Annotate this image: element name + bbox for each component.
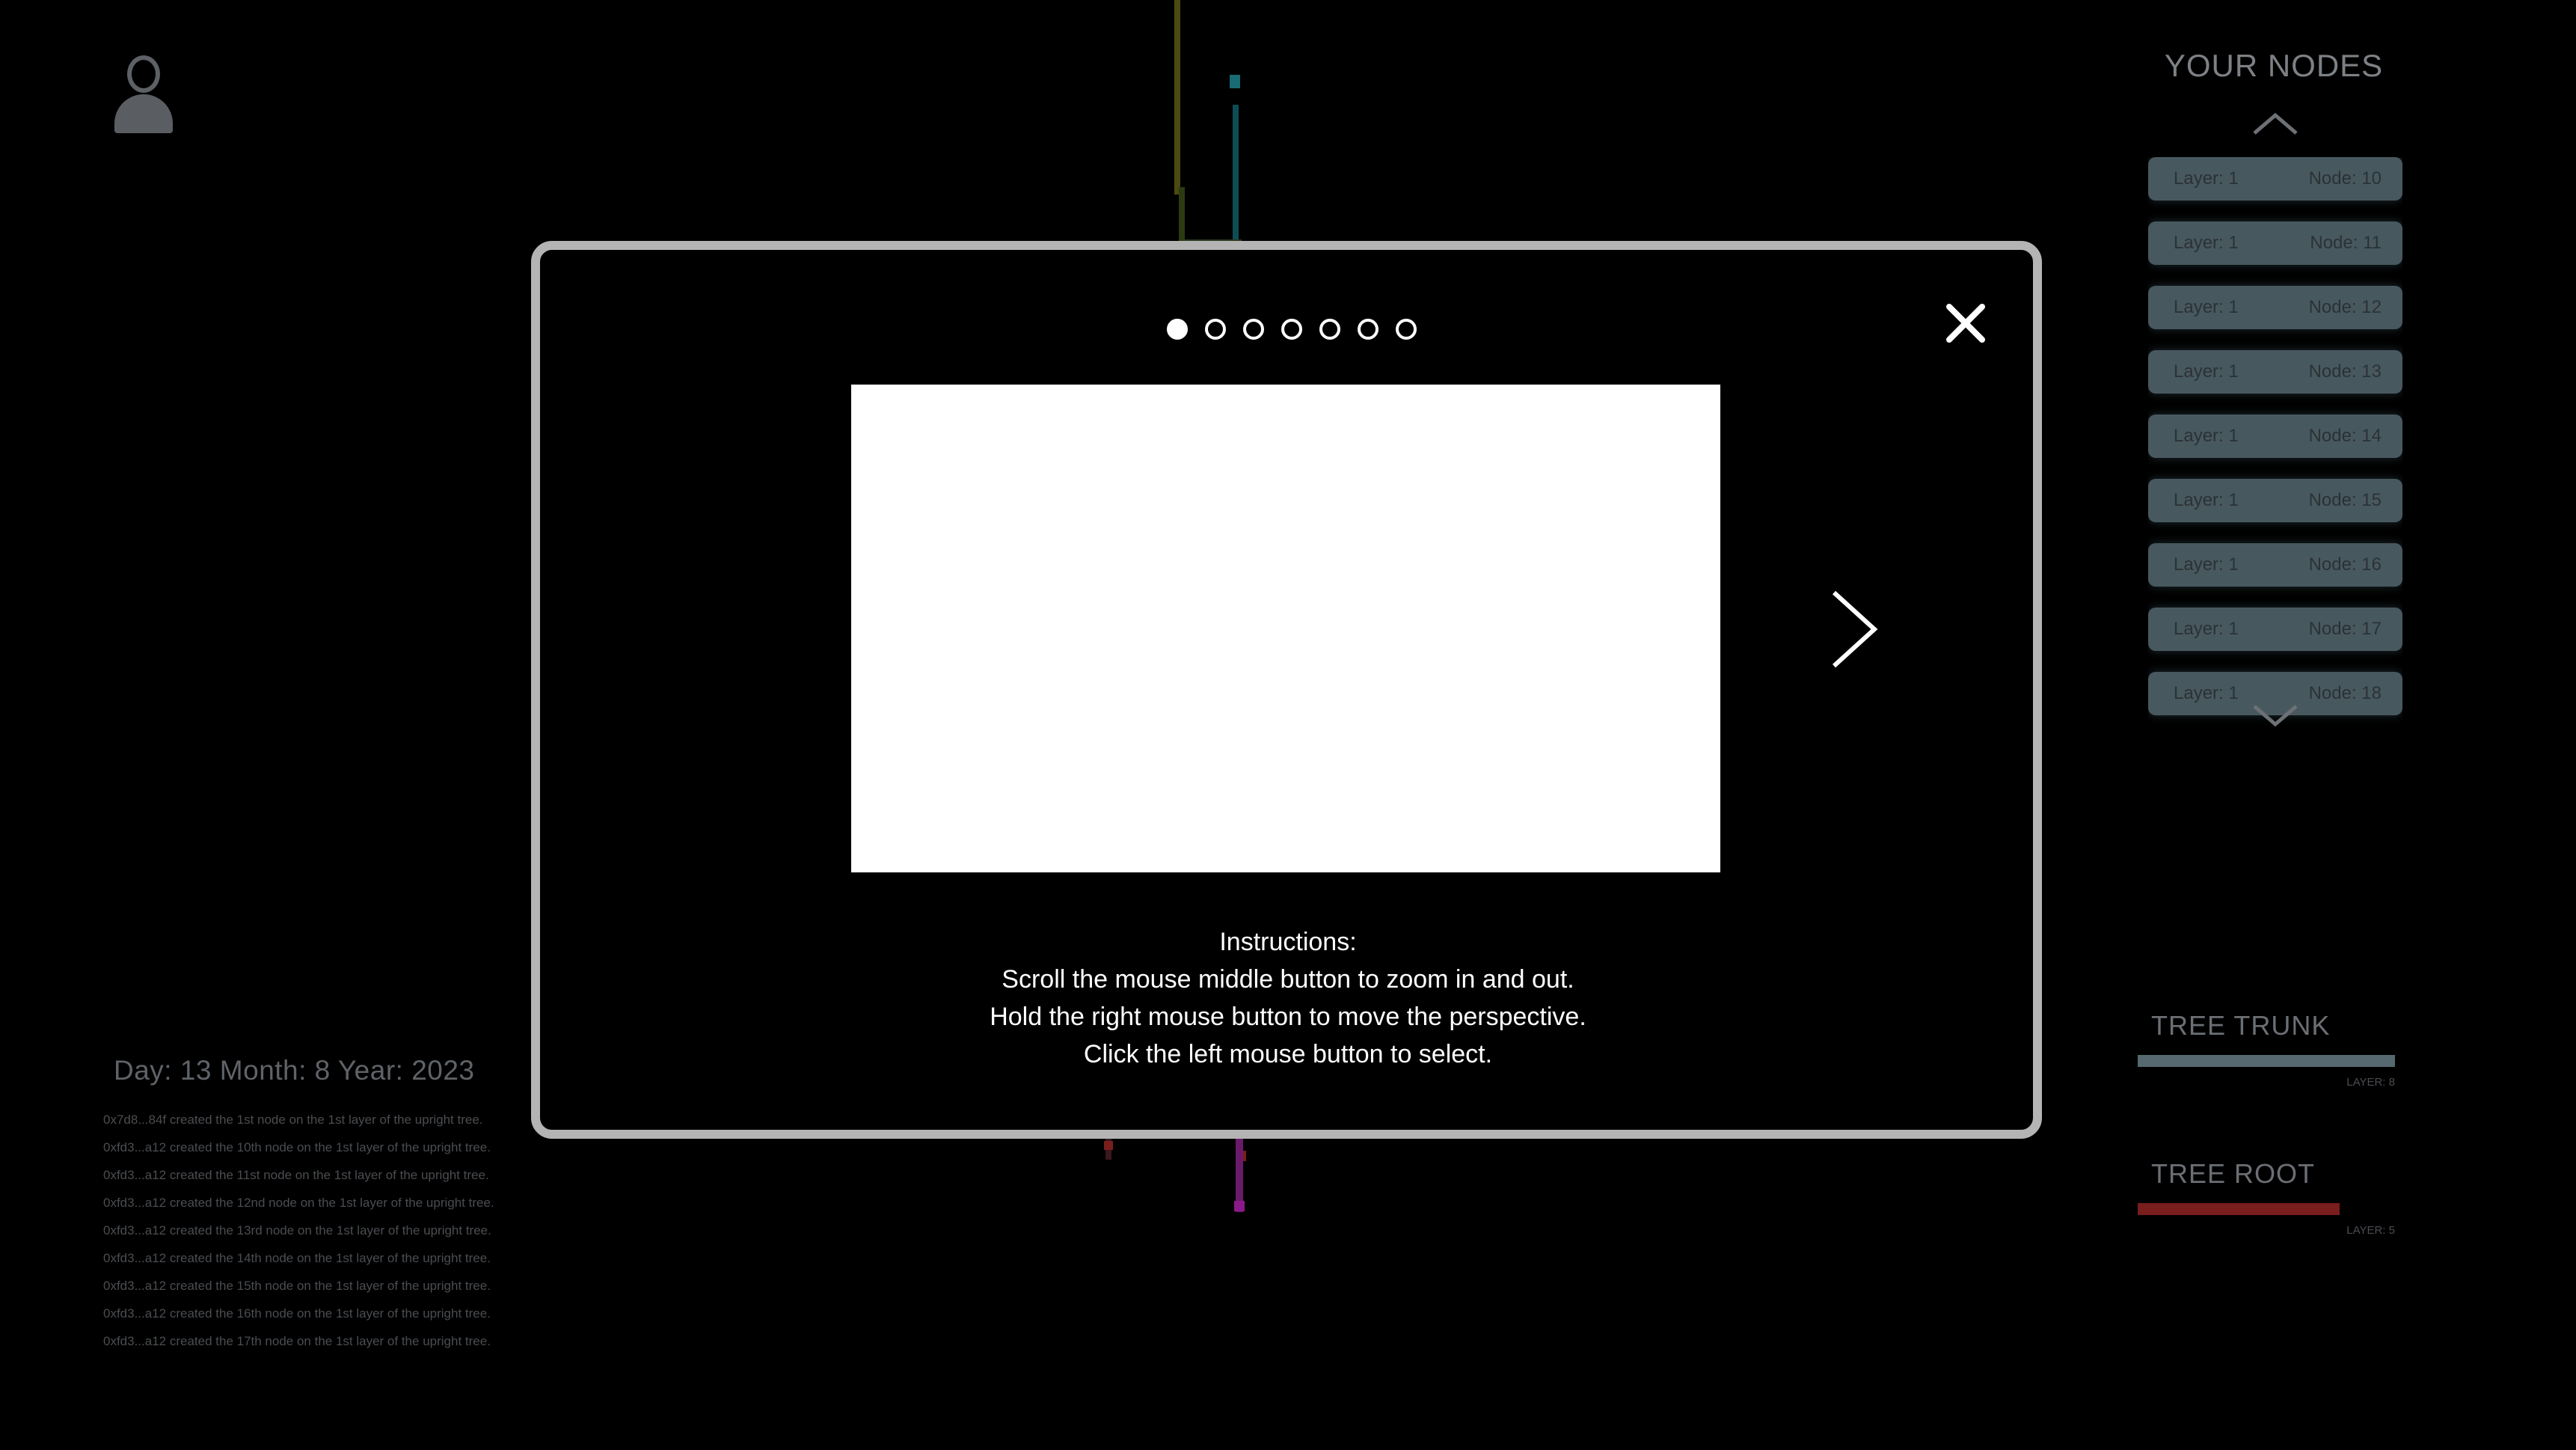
page-dot[interactable] bbox=[1358, 319, 1379, 340]
node-number-label: Node: 13 bbox=[2308, 361, 2382, 382]
legend-layer-label: LAYER: 5 bbox=[2346, 1224, 2395, 1237]
tutorial-modal: Instructions: Scroll the mouse middle bu… bbox=[531, 241, 2042, 1139]
node-number-label: Node: 11 bbox=[2310, 233, 2382, 253]
tutorial-slide-image bbox=[851, 385, 1720, 872]
tree-trunk-legend: TREE TRUNK LAYER: 8 bbox=[2138, 1010, 2399, 1089]
page-dot[interactable] bbox=[1319, 319, 1340, 340]
log-entry: 0x7d8...84f created the 1st node on the … bbox=[103, 1113, 483, 1127]
log-entry: 0xfd3...a12 created the 11st node on the… bbox=[103, 1168, 489, 1182]
chevron-up-icon[interactable] bbox=[2251, 111, 2299, 136]
page-dot[interactable] bbox=[1281, 319, 1302, 340]
legend-title: TREE ROOT bbox=[2151, 1158, 2316, 1189]
avatar-head bbox=[127, 55, 160, 93]
node-item[interactable]: Layer: 1 Node: 16 bbox=[2148, 543, 2402, 587]
node-layer-label: Layer: 1 bbox=[2174, 619, 2239, 639]
log-entry: 0xfd3...a12 created the 14th node on the… bbox=[103, 1251, 491, 1265]
nodes-list[interactable]: Layer: 1 Node: 10 Layer: 1 Node: 11 Laye… bbox=[2148, 157, 2402, 735]
node-layer-label: Layer: 1 bbox=[2174, 554, 2239, 575]
chevron-right-icon[interactable] bbox=[1828, 588, 1880, 670]
user-avatar-icon[interactable] bbox=[108, 52, 177, 136]
node-layer-label: Layer: 1 bbox=[2174, 490, 2239, 510]
instruction-line: Scroll the mouse middle button to zoom i… bbox=[1002, 965, 1574, 994]
node-layer-label: Layer: 1 bbox=[2174, 233, 2239, 253]
node-number-label: Node: 14 bbox=[2308, 426, 2382, 446]
your-nodes-panel: YOUR NODES Layer: 1 Node: 10 Layer: 1 No… bbox=[2117, 45, 2431, 808]
node-number-label: Node: 12 bbox=[2308, 297, 2382, 317]
legend-color-bar bbox=[2138, 1203, 2340, 1215]
activity-log: 0x7d8...84f created the 1st node on the … bbox=[103, 1106, 552, 1355]
log-entry: 0xfd3...a12 created the 15th node on the… bbox=[103, 1279, 491, 1293]
log-entry: 0xfd3...a12 created the 12nd node on the… bbox=[103, 1196, 494, 1210]
legend-layer-label: LAYER: 8 bbox=[2346, 1076, 2395, 1089]
page-dot[interactable] bbox=[1205, 319, 1226, 340]
close-icon[interactable] bbox=[1942, 299, 1990, 347]
node-layer-label: Layer: 1 bbox=[2174, 426, 2239, 446]
log-entry: 0xfd3...a12 created the 16th node on the… bbox=[103, 1306, 491, 1321]
page-indicator bbox=[1167, 319, 1417, 340]
node-item[interactable]: Layer: 1 Node: 10 bbox=[2148, 157, 2402, 201]
node-number-label: Node: 18 bbox=[2308, 683, 2382, 703]
node-number-label: Node: 17 bbox=[2308, 619, 2382, 639]
node-layer-label: Layer: 1 bbox=[2174, 297, 2239, 317]
node-number-label: Node: 10 bbox=[2308, 168, 2382, 189]
instructions-text: Instructions: Scroll the mouse middle bu… bbox=[540, 923, 2036, 1073]
page-dot[interactable] bbox=[1167, 319, 1188, 340]
nodes-panel-title: YOUR NODES bbox=[2164, 48, 2384, 83]
legend-color-bar bbox=[2138, 1055, 2395, 1067]
instruction-line: Click the left mouse button to select. bbox=[1083, 1040, 1493, 1068]
node-layer-label: Layer: 1 bbox=[2174, 683, 2239, 703]
log-entry: 0xfd3...a12 created the 17th node on the… bbox=[103, 1334, 491, 1348]
avatar-body bbox=[114, 94, 173, 133]
date-display: Day: 13 Month: 8 Year: 2023 bbox=[114, 1055, 475, 1086]
node-item[interactable]: Layer: 1 Node: 17 bbox=[2148, 608, 2402, 651]
node-item[interactable]: Layer: 1 Node: 13 bbox=[2148, 350, 2402, 394]
node-number-label: Node: 15 bbox=[2308, 490, 2382, 510]
legend-title: TREE TRUNK bbox=[2151, 1010, 2331, 1041]
tree-root-legend: TREE ROOT LAYER: 5 bbox=[2138, 1158, 2399, 1237]
log-entry: 0xfd3...a12 created the 13rd node on the… bbox=[103, 1223, 491, 1238]
chevron-down-icon[interactable] bbox=[2251, 703, 2299, 729]
page-dot[interactable] bbox=[1396, 319, 1417, 340]
node-layer-label: Layer: 1 bbox=[2174, 361, 2239, 382]
log-entry: 0xfd3...a12 created the 10th node on the… bbox=[103, 1140, 491, 1154]
node-item[interactable]: Layer: 1 Node: 14 bbox=[2148, 414, 2402, 458]
node-item[interactable]: Layer: 1 Node: 15 bbox=[2148, 479, 2402, 522]
page-dot[interactable] bbox=[1243, 319, 1264, 340]
instructions-heading: Instructions: bbox=[1219, 928, 1357, 956]
node-layer-label: Layer: 1 bbox=[2174, 168, 2239, 189]
instruction-line: Hold the right mouse button to move the … bbox=[990, 1003, 1586, 1031]
node-number-label: Node: 16 bbox=[2308, 554, 2382, 575]
node-item[interactable]: Layer: 1 Node: 11 bbox=[2148, 221, 2402, 265]
node-item[interactable]: Layer: 1 Node: 12 bbox=[2148, 286, 2402, 329]
